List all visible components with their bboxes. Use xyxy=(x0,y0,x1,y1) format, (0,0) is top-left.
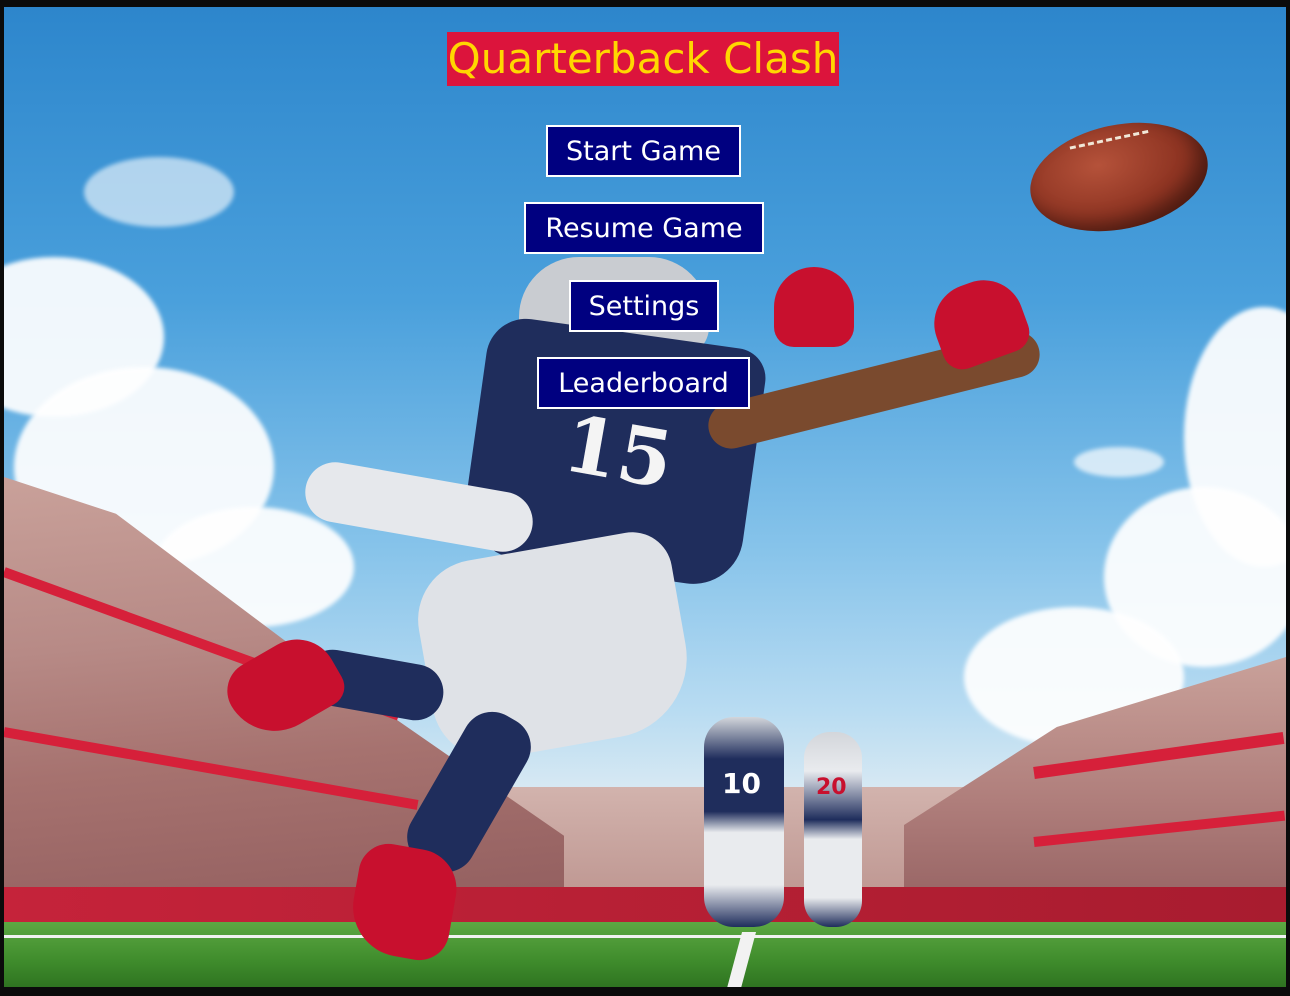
yard-line xyxy=(4,935,1286,938)
game-window: 15 10 20 Quarterback Clash Start Game Re… xyxy=(0,0,1290,996)
player-number: 15 xyxy=(556,398,680,507)
football-icon xyxy=(1020,107,1218,247)
cloud xyxy=(1074,447,1164,477)
background-player-number: 10 xyxy=(722,767,761,800)
game-title: Quarterback Clash xyxy=(447,32,839,86)
start-game-button[interactable]: Start Game xyxy=(546,125,741,177)
player-glove xyxy=(774,267,854,347)
background-player xyxy=(704,717,784,927)
background-player-number: 20 xyxy=(816,775,847,800)
background-player xyxy=(804,732,862,927)
football-laces xyxy=(1069,129,1150,157)
cloud xyxy=(84,157,234,227)
sideline-wall xyxy=(4,887,1286,922)
leaderboard-button[interactable]: Leaderboard xyxy=(537,357,750,409)
football-field xyxy=(4,922,1286,987)
player-pants xyxy=(408,525,700,769)
settings-button[interactable]: Settings xyxy=(569,280,719,332)
resume-game-button[interactable]: Resume Game xyxy=(524,202,764,254)
